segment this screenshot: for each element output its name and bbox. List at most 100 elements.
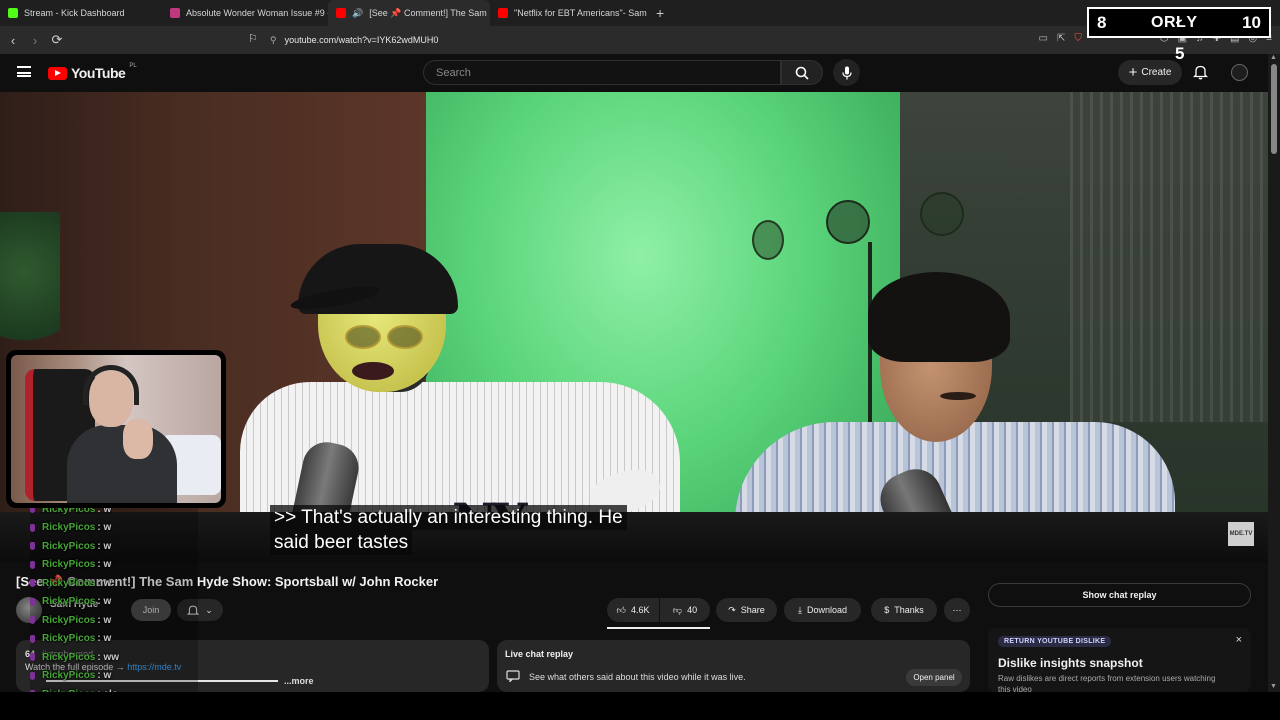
url-field[interactable]: ⚲ youtube.com/watch?v=IYK62wdMUH0 [270, 31, 990, 49]
browser-tab[interactable]: Absolute Wonder Woman Issue #9 - [162, 0, 328, 26]
live-chat-title: Live chat replay [505, 649, 574, 659]
stream-chat-overlay: RickyPicos: w RickyPicos: w RickyPicos: wR… [30, 500, 198, 692]
comic-favicon-icon [170, 8, 180, 18]
browser-tab[interactable]: Stream - Kick Dashboard [0, 0, 162, 26]
ryd-badge: RETURN YOUTUBE DISLIKE [998, 636, 1112, 647]
chat-message: RickyPicos: w [30, 519, 198, 538]
chat-lines: RickyPicos: w RickyPicos: w RickyPicos: wR… [30, 500, 198, 692]
download-icon: ⤓ [797, 604, 802, 615]
share-icon: ↷ [728, 604, 736, 615]
mic-badge-icon [30, 634, 35, 643]
chat-text: : w [97, 596, 112, 608]
browser-tab[interactable]: "Netflix for EBT Americans"- Sam Hy [490, 0, 650, 26]
chat-message: RickyPicos: ww [30, 648, 198, 667]
back-icon[interactable]: ‹ [4, 33, 22, 48]
dislike-count: 40 [687, 605, 698, 615]
page-scrollbar[interactable]: ▲ ▼ [1268, 54, 1280, 692]
brave-shield-icon[interactable]: ⛉ [1074, 33, 1082, 44]
bottom-strip [0, 692, 1280, 720]
youtube-play-icon [48, 66, 67, 80]
share-button[interactable]: ↷ Share [716, 598, 777, 622]
logo-text: YouTube [71, 65, 126, 81]
scroll-down-icon[interactable]: ▼ [1270, 683, 1277, 690]
more-icon: ⋯ [952, 604, 962, 615]
notifications-bell-icon[interactable] [1193, 64, 1208, 80]
like-count: 4.6K [630, 605, 650, 615]
chat-text: : elo [97, 689, 118, 692]
show-chat-replay-button[interactable]: Show chat replay [988, 583, 1251, 607]
mic-badge-icon [30, 653, 35, 662]
thumbs-up-icon: 👍︎ [616, 604, 626, 615]
account-avatar[interactable] [1231, 64, 1248, 81]
youtube-header: YouTube PL Search + Create [0, 54, 1280, 92]
voice-search-button[interactable] [833, 59, 860, 86]
dislike-button[interactable]: 👎︎ 40 [660, 598, 710, 622]
forward-icon[interactable]: › [26, 33, 44, 48]
cast-icon[interactable]: ▭ [1039, 33, 1048, 44]
scrollbar-thumb[interactable] [1271, 64, 1277, 154]
streamer-webcam [6, 350, 226, 508]
tab-label: "Netflix for EBT Americans"- Sam Hy [514, 8, 650, 18]
chat-text: : w [97, 540, 112, 552]
search-input[interactable]: Search [423, 60, 781, 85]
new-tab-button[interactable]: + [656, 5, 664, 21]
chevron-down-icon: ⌄ [205, 604, 213, 615]
create-button[interactable]: + Create [1118, 60, 1182, 85]
chat-text: : w [97, 577, 112, 589]
lamp-globe [826, 200, 870, 244]
search-button[interactable] [781, 60, 823, 85]
score-right: 10 [1242, 12, 1261, 32]
chat-message: RickyPicos: w [30, 630, 198, 649]
live-chat-replay-card: Live chat replay See what others said ab… [497, 640, 970, 692]
plus-icon: + [1128, 64, 1138, 81]
youtube-logo[interactable]: YouTube PL [48, 63, 137, 81]
close-icon[interactable]: × [1236, 634, 1242, 646]
chat-icon [506, 670, 520, 682]
ryd-text: Raw dislikes are direct reports from ext… [998, 674, 1216, 692]
lamp-globe [752, 220, 784, 260]
host-glasses [345, 325, 423, 349]
speaker-icon: 🔊 [352, 7, 364, 18]
like-button[interactable]: 👍︎ 4.6K [607, 598, 659, 622]
live-chat-desc: See what others said about this video wh… [529, 672, 746, 682]
chat-username: RickyPicos [42, 522, 96, 534]
description-more-button[interactable]: ...more [284, 676, 314, 686]
thumbs-down-icon: 👎︎ [672, 604, 683, 615]
reload-icon[interactable]: ⟳ [48, 32, 66, 48]
guest-mustache [940, 392, 976, 400]
mic-badge-icon [30, 671, 35, 680]
open-panel-button[interactable]: Open panel [906, 669, 962, 686]
tab-label: [See 📌 Comment!] The Sam [369, 7, 487, 18]
kick-favicon-icon [8, 8, 18, 18]
host-lips [352, 362, 394, 380]
guest-hair [868, 272, 1010, 362]
create-label: Create [1141, 67, 1172, 78]
lamp-globe [920, 192, 964, 236]
score-overlay: 8 ORŁY 10 [1087, 7, 1271, 38]
thanks-button[interactable]: $ Thanks [871, 598, 937, 622]
chat-text: : w [97, 559, 112, 571]
download-button[interactable]: ⤓ Download [784, 598, 861, 622]
chat-username: RickyPicos [42, 614, 96, 626]
bookmark-icon[interactable]: ⚐ [248, 32, 258, 45]
channel-watermark[interactable]: MDE.TV [1228, 522, 1254, 546]
share-icon[interactable]: ⇱ [1057, 33, 1065, 44]
scroll-up-icon[interactable]: ▲ [1270, 54, 1277, 61]
mic-badge-icon [30, 542, 35, 551]
tab-label: Absolute Wonder Woman Issue #9 - [186, 8, 328, 18]
caption-line: said beer tastes [270, 530, 413, 555]
search-icon [795, 66, 809, 80]
download-label: Download [806, 605, 847, 615]
streamer-body [67, 425, 177, 503]
tab-label: Stream - Kick Dashboard [24, 8, 125, 18]
mic-badge-icon [30, 560, 35, 569]
more-actions-button[interactable]: ⋯ [944, 598, 970, 622]
youtube-favicon-icon [336, 8, 346, 18]
browser-tab-active[interactable]: 🔊 [See 📌 Comment!] The Sam × [328, 0, 490, 26]
streamer-hands [123, 419, 153, 459]
site-info-icon[interactable]: ⚲ [270, 35, 277, 46]
chat-username: RickyPicos [42, 540, 96, 552]
guide-menu-icon[interactable] [17, 66, 31, 77]
share-label: Share [740, 605, 765, 615]
url-text: youtube.com/watch?v=IYK62wdMUH0 [284, 35, 439, 45]
